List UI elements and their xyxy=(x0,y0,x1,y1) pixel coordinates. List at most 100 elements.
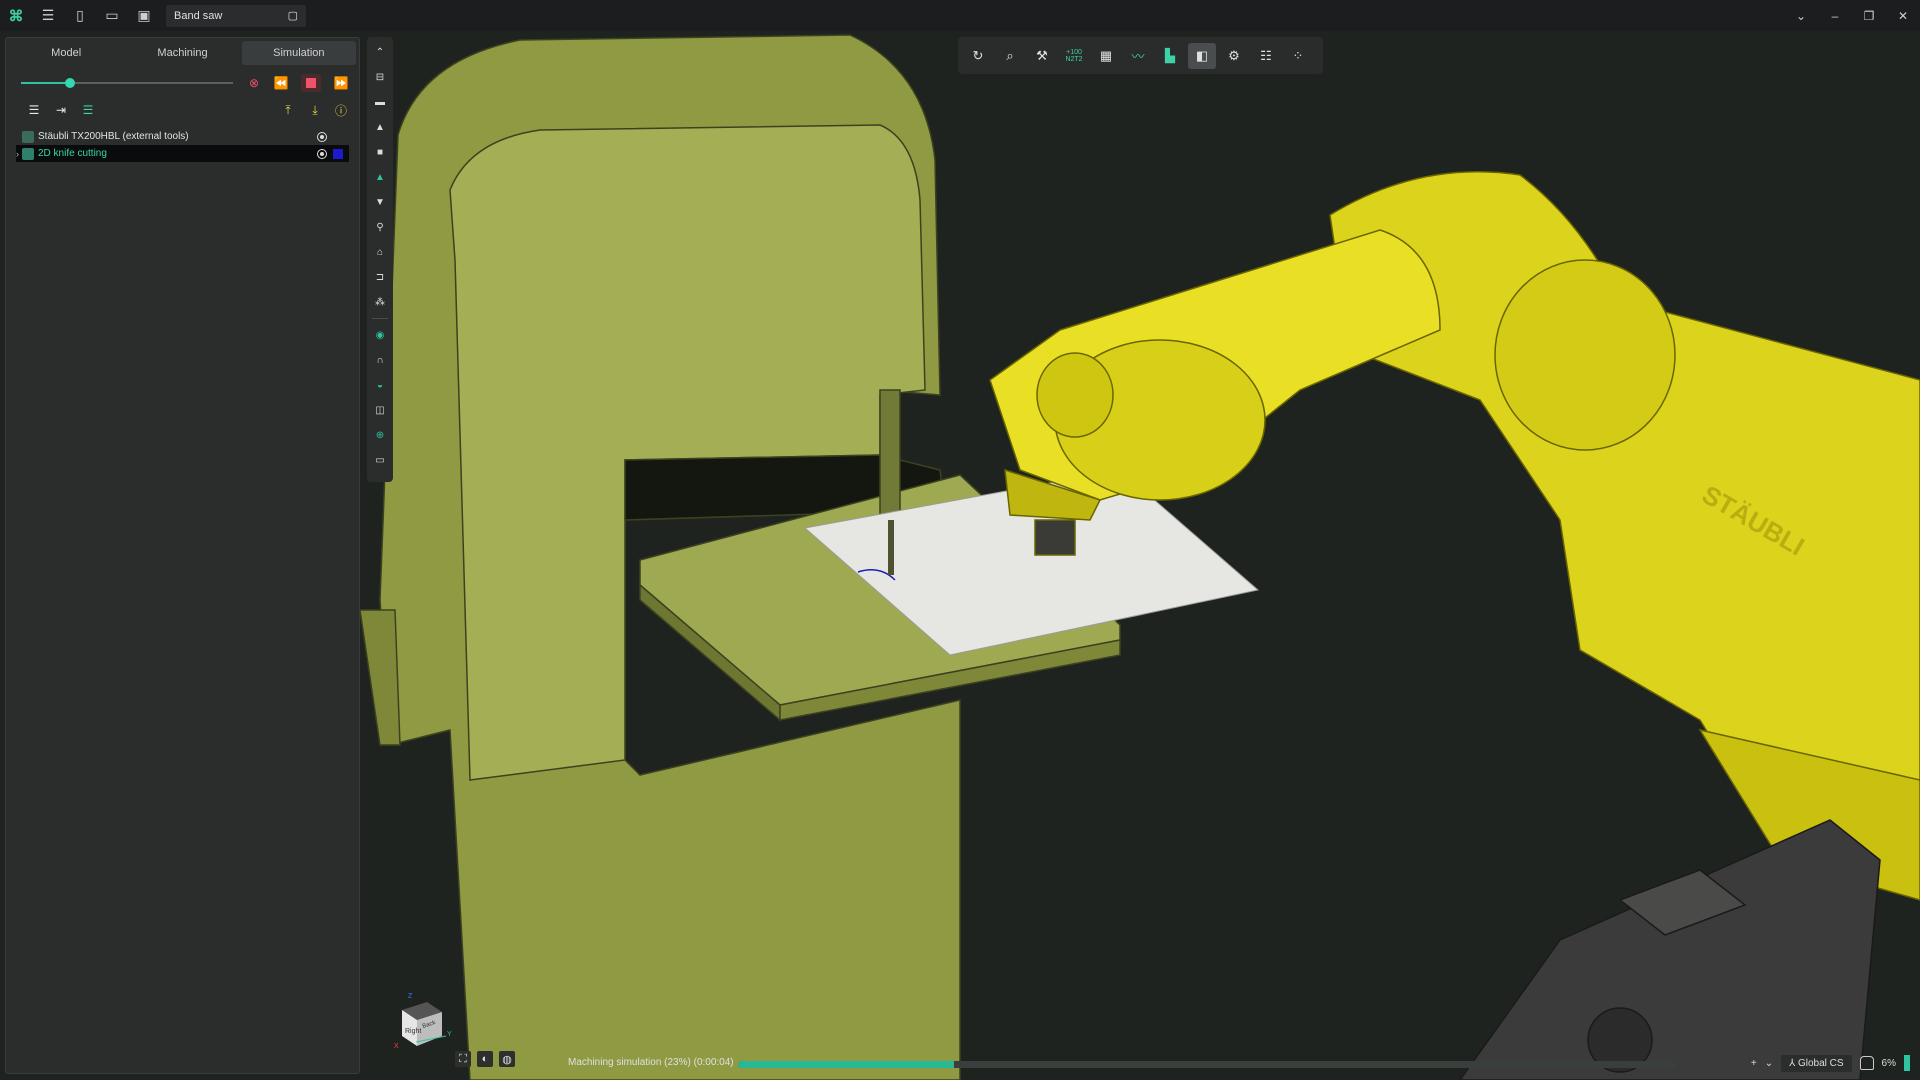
zoom-icon[interactable]: ⌕ xyxy=(996,43,1024,69)
tree-item-label: 2D knife cutting xyxy=(38,148,107,159)
new-file-icon[interactable]: ▯ xyxy=(64,0,96,31)
axis-x-label: X xyxy=(394,1043,399,1050)
settings-icon[interactable]: ⚙ xyxy=(1220,43,1248,69)
minimize-button[interactable]: – xyxy=(1818,0,1852,31)
tab-model[interactable]: Model xyxy=(9,41,123,65)
clamp-icon[interactable]: ⊐ xyxy=(371,268,389,286)
simulation-status-text: Machining simulation (23%) (0:00:04) xyxy=(568,1057,734,1068)
add-marker-icon[interactable]: ⤒ xyxy=(278,101,298,119)
spindle-motor xyxy=(1459,819,1881,1080)
view-cube[interactable]: Right Back Y Z X xyxy=(392,990,452,1050)
project-panel: Model Machining Simulation ⊗ ⏪ ⏩ ☰ ⇥ ☰ ⤒… xyxy=(5,37,360,1074)
window-controls: ⌄ – ❐ ✕ xyxy=(1784,0,1920,31)
tab-machining[interactable]: Machining xyxy=(125,41,239,65)
point-icon[interactable]: ◉ xyxy=(371,326,389,344)
rewind-button[interactable]: ⏪ xyxy=(271,74,291,92)
view-toolbar: ↻ ⌕ ⚒ +100 N2T2 ▦ 〰 ▙ ◧ ⚙ ☷ ⁘ xyxy=(958,37,1323,74)
robot-icon[interactable]: ⌂ xyxy=(371,243,389,261)
coordinate-system-label: Global CS xyxy=(1797,1057,1844,1069)
surface-icon[interactable]: ◒ xyxy=(371,376,389,394)
panel-tabs: Model Machining Simulation xyxy=(6,38,359,68)
save-icon[interactable]: ▣ xyxy=(128,0,160,31)
close-button[interactable]: ✕ xyxy=(1886,0,1920,31)
tool-holder-icon[interactable]: ⊟ xyxy=(371,68,389,86)
document-name: Band saw xyxy=(174,9,223,22)
chat-icon[interactable]: ▭ xyxy=(371,451,389,469)
indent-icon[interactable]: ⇥ xyxy=(51,101,71,119)
simulation-view-icon[interactable]: ◧ xyxy=(1188,42,1216,69)
dropdown-icon: ▢ xyxy=(287,10,298,22)
stop-button[interactable] xyxy=(301,74,321,92)
app-logo-icon[interactable]: ⌘ xyxy=(0,0,32,31)
speed-bottom: N2T2 xyxy=(1065,55,1083,63)
warning-icon[interactable]: ⓘ xyxy=(331,101,351,119)
restore-button[interactable]: ❐ xyxy=(1852,0,1886,31)
fast-forward-button[interactable]: ⏩ xyxy=(331,74,351,92)
bottom-view-controls: ⛶ ◐ ◍ xyxy=(455,1051,515,1067)
tree-item-robot[interactable]: Stäubli TX200HBL (external tools) xyxy=(16,128,349,145)
simulation-progress-fill xyxy=(738,1061,954,1068)
chevron-up-icon[interactable]: ⌃ xyxy=(371,43,389,61)
chevron-right-icon[interactable]: › xyxy=(16,149,19,159)
remove-marker-icon[interactable]: ⤓ xyxy=(305,101,325,119)
tool-display-icon[interactable]: ⚒ xyxy=(1028,43,1056,69)
view-cube-right-label: Right xyxy=(405,1028,421,1035)
toolbar-divider xyxy=(372,318,388,319)
speed-top: +100 xyxy=(1066,48,1082,56)
stop-icon xyxy=(306,78,316,88)
drill-icon[interactable]: ⚲ xyxy=(371,218,389,236)
coordinate-system-selector[interactable]: ⅄ Global CS xyxy=(1781,1054,1852,1072)
notification-icon[interactable] xyxy=(1859,1056,1874,1070)
tree-item-label: Stäubli TX200HBL (external tools) xyxy=(38,131,189,142)
machine-view-icon[interactable]: ▦ xyxy=(1092,43,1120,69)
mesh-icon[interactable]: ⊕ xyxy=(371,426,389,444)
vertical-toolbar: ⌃ ⊟ ▬ ▲ ■ ▲ ▼ ⚲ ⌂ ⊐ ⁂ ◉ ∩ ◒ ◫ ⊕ ▭ xyxy=(367,37,393,482)
stock-icon[interactable]: ▬ xyxy=(371,93,389,111)
axis-z-label: Z xyxy=(408,993,413,1000)
shading-icon[interactable]: ◐ xyxy=(477,1051,493,1067)
visibility-icon[interactable] xyxy=(317,148,327,159)
visibility-icon[interactable] xyxy=(317,131,327,142)
status-bar-right: + ⌄ ⅄ Global CS 6% xyxy=(1751,1052,1910,1074)
chevron-down-icon[interactable]: ⌄ xyxy=(1765,1058,1773,1069)
tree-item-operation[interactable]: › 2D knife cutting xyxy=(16,145,349,162)
document-selector[interactable]: Band saw ▢ xyxy=(166,4,306,27)
machine-icon[interactable]: ▲ xyxy=(371,168,389,186)
part-icon[interactable]: ▲ xyxy=(371,118,389,136)
tool-icon[interactable]: ▼ xyxy=(371,193,389,211)
render-icon[interactable]: ◍ xyxy=(499,1051,515,1067)
expand-list-icon[interactable]: ☰ xyxy=(78,101,98,119)
simulation-tree: Stäubli TX200HBL (external tools) › 2D k… xyxy=(6,128,359,162)
robot-icon xyxy=(22,130,34,143)
speed-readout[interactable]: +100 N2T2 xyxy=(1060,43,1088,69)
solid-icon[interactable]: ◫ xyxy=(371,401,389,419)
list-icon[interactable]: ☰ xyxy=(24,101,44,119)
knife-blade xyxy=(888,520,894,575)
tab-simulation[interactable]: Simulation xyxy=(241,41,356,65)
simulation-controls: ⊗ ⏪ ⏩ xyxy=(6,68,359,98)
axis-y-label: Y xyxy=(447,1031,452,1038)
simulation-slider-thumb[interactable] xyxy=(64,78,75,88)
menu-icon[interactable]: ☰ xyxy=(32,0,64,31)
fixture-icon[interactable]: ■ xyxy=(371,143,389,161)
curve-icon[interactable]: ∩ xyxy=(371,351,389,369)
grid-icon[interactable]: ⁘ xyxy=(1284,43,1312,69)
color-swatch[interactable] xyxy=(333,148,343,159)
simulation-slider[interactable] xyxy=(21,78,233,88)
tree-toolbar: ☰ ⇥ ☰ ⤒ ⤓ ⓘ xyxy=(6,98,359,124)
cpu-percent: 6% xyxy=(1881,1057,1896,1069)
open-folder-icon[interactable]: ▭ xyxy=(96,0,128,31)
fit-view-icon[interactable]: ⛶ xyxy=(455,1051,471,1067)
options-icon[interactable]: ☷ xyxy=(1252,43,1280,69)
title-bar: ⌘ ☰ ▯ ▭ ▣ Band saw ▢ ⌄ – ❐ ✕ xyxy=(0,0,1920,31)
toolpath-icon[interactable]: 〰 xyxy=(1124,43,1152,69)
pattern-icon[interactable]: ⁂ xyxy=(371,293,389,311)
plus-icon[interactable]: + xyxy=(1751,1058,1757,1069)
reset-view-icon[interactable]: ↻ xyxy=(964,43,992,69)
simulation-slider-fill xyxy=(21,82,70,84)
simulation-progress-bar xyxy=(738,1061,1676,1068)
stock-view-icon[interactable]: ▙ xyxy=(1156,43,1184,69)
chevron-down-icon[interactable]: ⌄ xyxy=(1784,0,1818,31)
usage-bar-icon xyxy=(1904,1055,1910,1071)
cancel-simulation-icon[interactable]: ⊗ xyxy=(244,74,264,92)
